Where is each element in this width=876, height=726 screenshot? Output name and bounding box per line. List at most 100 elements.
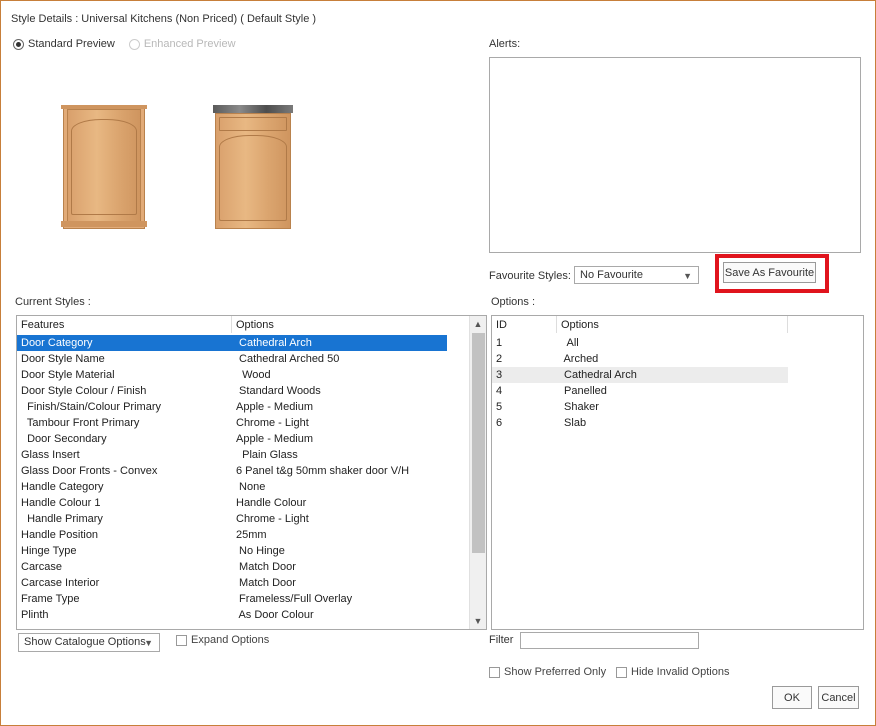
- hide-invalid-options-checkbox[interactable]: Hide Invalid Options: [616, 666, 729, 678]
- option-row[interactable]: 2 Arched: [492, 351, 788, 367]
- style-row[interactable]: Handle Position 25mm: [17, 527, 470, 543]
- option-cell: As Door Colour: [236, 609, 314, 621]
- expand-options-label: Expand Options: [191, 634, 270, 646]
- favourite-styles-select[interactable]: No Favourite ▼: [574, 266, 699, 284]
- option-cell: Cathedral Arch: [236, 337, 312, 349]
- option-cell: Apple - Medium: [236, 433, 314, 445]
- style-row[interactable]: Door Style Material Wood: [17, 367, 470, 383]
- style-row[interactable]: Handle Category None: [17, 479, 470, 495]
- enhanced-preview-label: Enhanced Preview: [143, 38, 236, 50]
- feature-cell: Carcase: [21, 561, 62, 573]
- option-cell: Frameless/Full Overlay: [236, 593, 353, 605]
- style-row[interactable]: Door Style Colour / Finish Standard Wood…: [17, 383, 470, 399]
- show-preferred-only-checkbox[interactable]: Show Preferred Only: [489, 666, 606, 678]
- standard-preview-radio[interactable]: Standard Preview: [13, 38, 115, 50]
- alerts-box: [489, 57, 861, 253]
- checkbox-icon: [176, 634, 187, 646]
- ok-button[interactable]: OK: [772, 686, 812, 709]
- option-cell: Chrome - Light: [236, 417, 309, 429]
- option-cell: Chrome - Light: [236, 513, 309, 525]
- cancel-button[interactable]: Cancel: [818, 686, 859, 709]
- show-catalogue-options-select[interactable]: Show Catalogue Options ▼: [18, 633, 160, 652]
- style-row[interactable]: Door Secondary Apple - Medium: [17, 431, 470, 447]
- option-cell: Standard Woods: [236, 385, 321, 397]
- option-id-cell: 3: [496, 369, 503, 381]
- option-cell: Wood: [236, 369, 271, 381]
- options-label: Options :: [491, 296, 536, 308]
- scroll-down-icon[interactable]: ▼: [470, 613, 486, 629]
- option-cell: 25mm: [236, 529, 267, 541]
- option-row[interactable]: 3 Cathedral Arch: [492, 367, 788, 383]
- option-cell: None: [236, 481, 266, 493]
- features-header[interactable]: Features: [17, 316, 232, 333]
- enhanced-preview-radio[interactable]: Enhanced Preview: [128, 38, 236, 50]
- option-id-cell: 1: [496, 337, 503, 349]
- save-as-favourite-button[interactable]: Save As Favourite: [723, 262, 816, 283]
- option-row[interactable]: 4 Panelled: [492, 383, 788, 399]
- filter-input[interactable]: [520, 632, 699, 649]
- option-name-cell: All: [561, 337, 579, 349]
- option-name-cell: Cathedral Arch: [561, 369, 637, 381]
- feature-cell: Door Style Colour / Finish: [21, 385, 147, 397]
- current-styles-label: Current Styles :: [15, 296, 91, 308]
- standard-preview-label: Standard Preview: [28, 38, 115, 50]
- show-preferred-only-label: Show Preferred Only: [504, 666, 607, 678]
- option-row[interactable]: 1 All: [492, 335, 788, 351]
- hide-invalid-options-label: Hide Invalid Options: [631, 666, 730, 678]
- style-row[interactable]: Handle Primary Chrome - Light: [17, 511, 470, 527]
- current-styles-scrollbar[interactable]: ▲ ▼: [469, 316, 486, 629]
- option-cell: Match Door: [236, 577, 296, 589]
- chevron-down-icon: ▼: [683, 271, 692, 281]
- option-cell: Plain Glass: [236, 449, 298, 461]
- feature-cell: Handle Primary: [21, 513, 103, 525]
- options-col-header[interactable]: Options: [557, 316, 788, 333]
- favourite-styles-label: Favourite Styles:: [489, 270, 571, 282]
- options-grid: ID Options 1 All 2 Arched 3 Cathedral Arch…: [491, 315, 864, 630]
- option-row[interactable]: 6 Slab: [492, 415, 788, 431]
- dialog-title: Style Details : Universal Kitchens (Non …: [11, 13, 317, 25]
- cabinet-preview: [213, 105, 293, 229]
- style-row[interactable]: Hinge Type No Hinge: [17, 543, 470, 559]
- option-name-cell: Shaker: [561, 401, 599, 413]
- scrollbar-thumb[interactable]: [472, 333, 485, 553]
- option-cell: 6 Panel t&g 50mm shaker door V/H: [236, 465, 410, 477]
- option-cell: Handle Colour: [236, 497, 307, 509]
- style-row[interactable]: Frame Type Frameless/Full Overlay: [17, 591, 470, 607]
- option-id-cell: 2: [496, 353, 503, 365]
- radio-unselected-icon: [128, 38, 140, 50]
- option-row[interactable]: 5 Shaker: [492, 399, 788, 415]
- style-row[interactable]: Finish/Stain/Colour Primary Apple - Mediu…: [17, 399, 470, 415]
- feature-cell: Handle Colour 1: [21, 497, 101, 509]
- feature-cell: Glass Insert: [21, 449, 80, 461]
- feature-cell: Door Style Name: [21, 353, 105, 365]
- scroll-up-icon[interactable]: ▲: [470, 316, 486, 332]
- style-row[interactable]: Carcase Interior Match Door: [17, 575, 470, 591]
- style-row[interactable]: Carcase Match Door: [17, 559, 470, 575]
- option-cell: Cathedral Arched 50: [236, 353, 340, 365]
- alerts-label: Alerts:: [489, 38, 521, 50]
- door-preview-front: [61, 105, 147, 229]
- option-id-cell: 6: [496, 417, 503, 429]
- style-row[interactable]: Glass Door Fronts - Convex 6 Panel t&g 50…: [17, 463, 470, 479]
- feature-cell: Carcase Interior: [21, 577, 100, 589]
- style-row[interactable]: Glass Insert Plain Glass: [17, 447, 470, 463]
- style-row[interactable]: Handle Colour 1 Handle Colour: [17, 495, 470, 511]
- id-header[interactable]: ID: [492, 316, 557, 333]
- options-header[interactable]: Options: [232, 316, 470, 333]
- feature-cell: Door Category: [21, 337, 93, 349]
- current-styles-grid: Features Options Door Category Cathedral…: [16, 315, 487, 630]
- style-row[interactable]: Plinth As Door Colour: [17, 607, 470, 623]
- option-name-cell: Arched: [561, 353, 599, 365]
- feature-cell: Handle Position: [21, 529, 99, 541]
- style-row[interactable]: Door Style Name Cathedral Arched 50: [17, 351, 470, 367]
- option-id-cell: 4: [496, 385, 503, 397]
- option-name-cell: Slab: [561, 417, 587, 429]
- preview-mode-group: Standard Preview Enhanced Preview: [13, 38, 236, 50]
- option-cell: No Hinge: [236, 545, 285, 557]
- feature-cell: Finish/Stain/Colour Primary: [21, 401, 161, 413]
- style-row[interactable]: Door Category Cathedral Arch: [17, 335, 447, 351]
- feature-cell: Handle Category: [21, 481, 104, 493]
- feature-cell: Door Secondary: [21, 433, 107, 445]
- style-row[interactable]: Tambour Front Primary Chrome - Light: [17, 415, 470, 431]
- expand-options-checkbox[interactable]: Expand Options: [176, 634, 269, 646]
